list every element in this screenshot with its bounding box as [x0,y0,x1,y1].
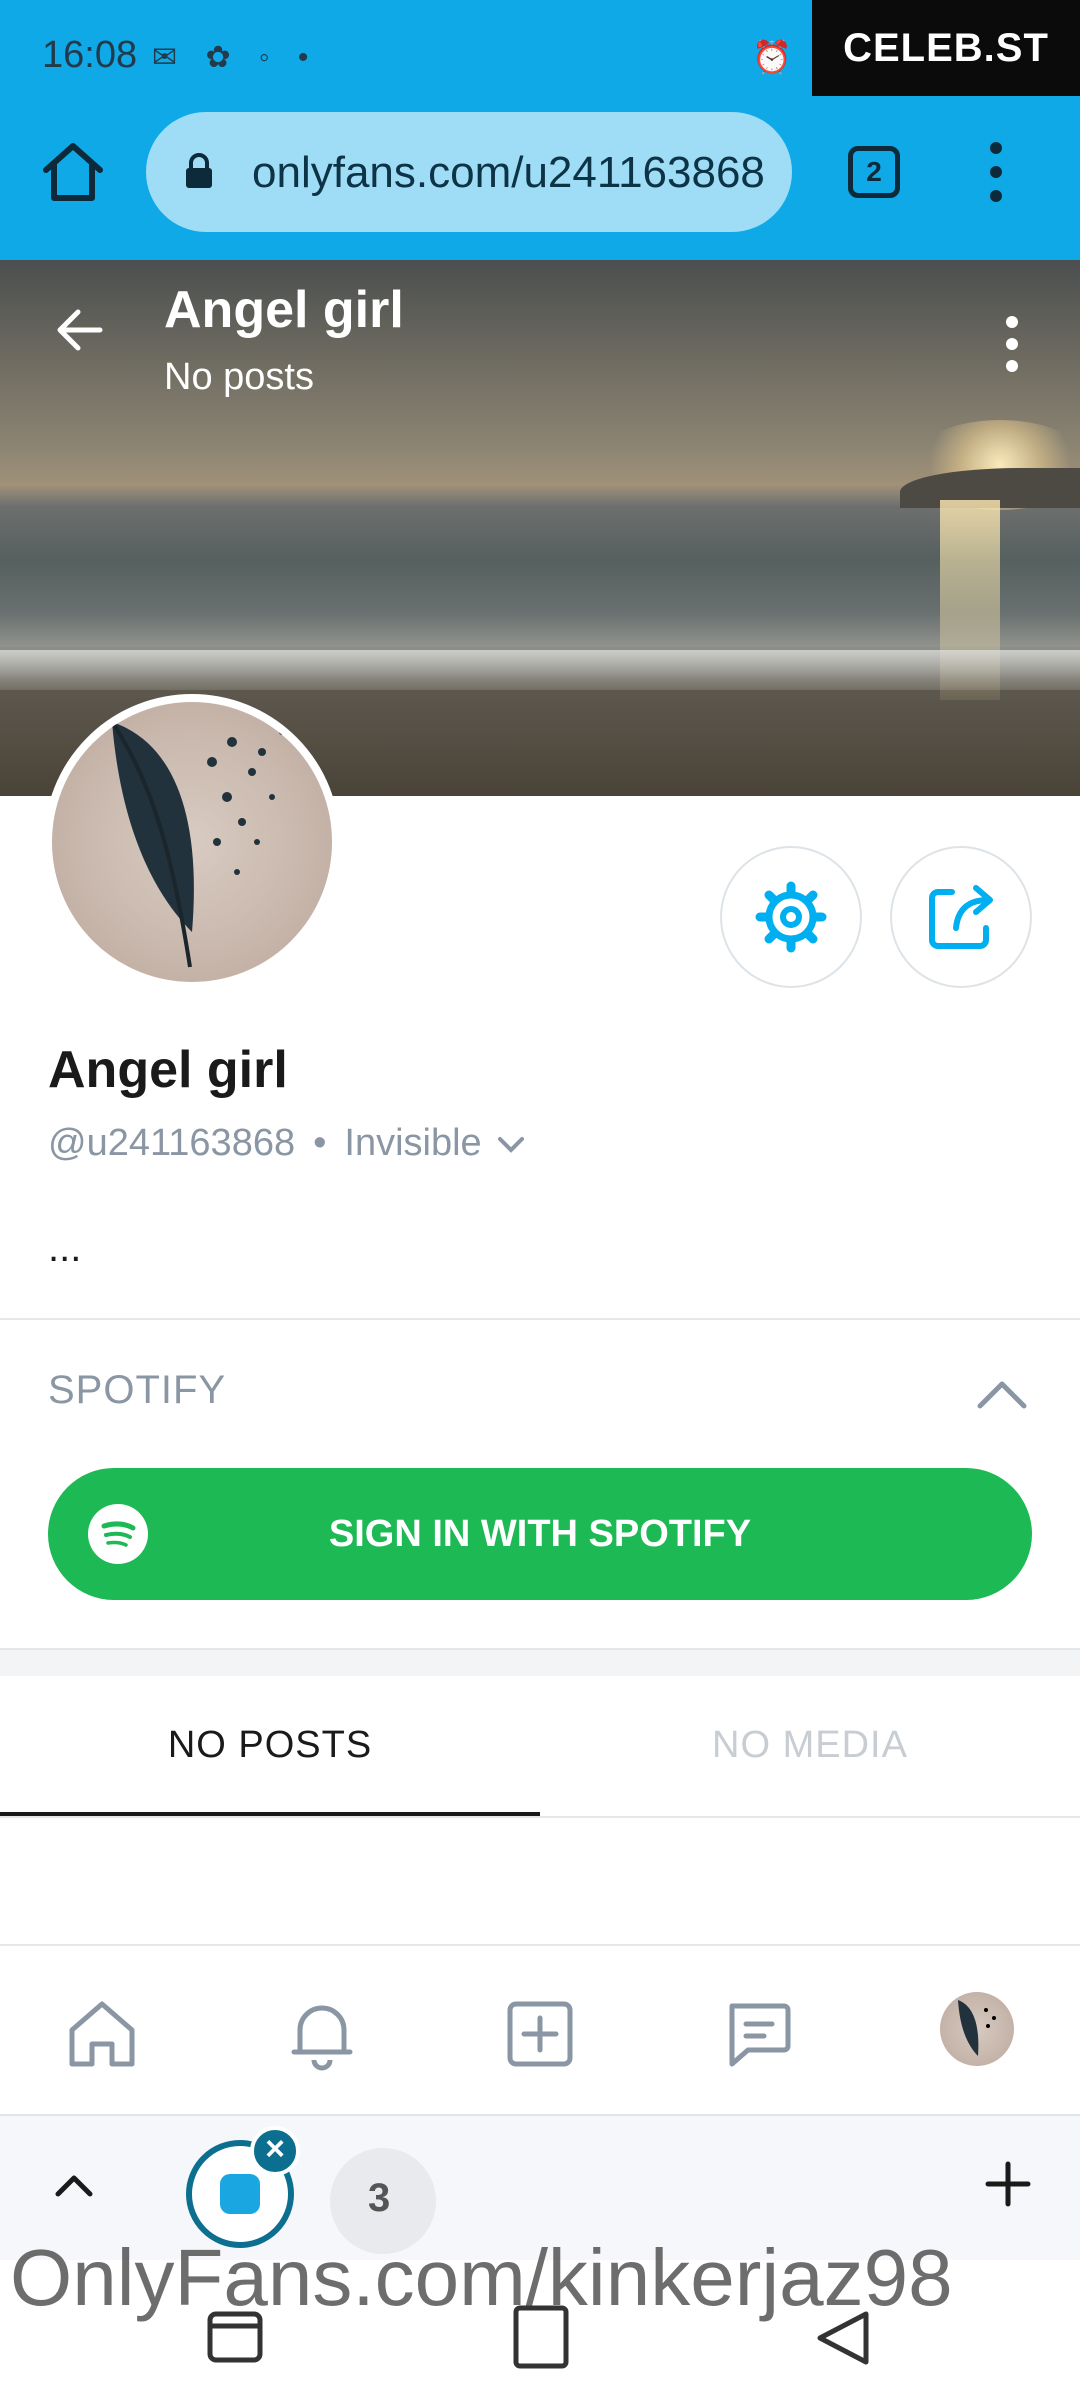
cover-subtitle: No posts [164,356,314,398]
divider [0,1318,1080,1320]
handle-row: @u241163868 • Invisible [48,1122,526,1165]
share-icon [929,885,993,949]
nav-home[interactable] [62,1994,142,2074]
feather-image [110,720,285,968]
profile-more-button[interactable] [1000,316,1024,376]
tab-switcher-button[interactable]: 2 [848,146,900,198]
expand-tabs-button[interactable] [52,2166,96,2206]
more-vert-icon [1006,316,1018,328]
chevron-up-icon [55,2175,93,2197]
spotify-sign-in-button[interactable]: SIGN IN WITH SPOTIFY [48,1468,1032,1600]
plus-icon [985,2161,1031,2207]
settings-button[interactable] [720,846,862,988]
lock-icon [186,153,212,188]
more-vert-icon [990,142,1002,154]
profile-bio: ... [48,1226,82,1270]
nav-messages[interactable] [718,1994,798,2074]
url-text: onlyfans.com/u241163868 [252,148,765,197]
status-dropdown[interactable]: Invisible [344,1122,525,1164]
app-bottom-nav [0,1944,1080,2114]
browser-home-button[interactable] [38,138,108,208]
add-post-icon [507,2001,573,2067]
profile-handle: @u241163868 [48,1122,296,1164]
spotify-button-label: SIGN IN WITH SPOTIFY [328,1513,752,1555]
watermark-text: OnlyFans.com/kinkerjaz98 [10,2233,953,2322]
close-tab-button[interactable]: × [250,2126,300,2176]
messages-icon [729,2003,791,2067]
separator: • [313,1122,327,1164]
notification-icons: ✉ ✿ ◦ • [152,41,319,74]
gear-icon [755,881,827,953]
back-button[interactable] [50,300,110,360]
url-row: onlyfans.com/u241163868 2 [0,108,1080,238]
onlyfans-tab-icon [220,2174,260,2214]
status-label: Invisible [344,1122,482,1164]
home-icon [43,143,103,201]
share-button[interactable] [890,846,1032,988]
feather-image [958,2000,996,2056]
nav-notifications[interactable] [282,1994,362,2074]
cover-title: Angel girl [164,281,404,339]
tab-posts[interactable]: NO POSTS [0,1690,540,1810]
collapse-spotify-button[interactable] [974,1374,1030,1414]
address-bar[interactable]: onlyfans.com/u241163868 [146,112,792,232]
chevron-down-icon [497,1136,524,1153]
status-time: 16:08 [42,34,138,76]
nav-profile-avatar[interactable] [940,1992,1014,2066]
profile-name: Angel girl [48,1041,288,1099]
watermark-badge: CELEB.ST [812,0,1080,96]
divider [0,1816,1080,1818]
bell-icon [291,2005,353,2071]
spotify-section-title: SPOTIFY [48,1368,227,1412]
profile-avatar[interactable] [44,694,340,990]
home-icon [69,2001,135,2067]
chevron-up-icon [977,1381,1027,1409]
status-bar: 16:08 ✉ ✿ ◦ • ⏰ CELEB.ST [0,0,1080,110]
three-network-icon: 3 [368,2176,391,2220]
browser-menu-button[interactable] [984,142,1008,202]
new-tab-button[interactable] [980,2156,1036,2212]
tab-media[interactable]: NO MEDIA [540,1690,1080,1810]
alarm-icon: ⏰ [752,39,792,75]
arrow-left-icon [57,309,103,351]
browser-chrome: 16:08 ✉ ✿ ◦ • ⏰ CELEB.ST onlyfans.com/u2… [0,0,1080,260]
nav-new-post[interactable] [500,1994,580,2074]
